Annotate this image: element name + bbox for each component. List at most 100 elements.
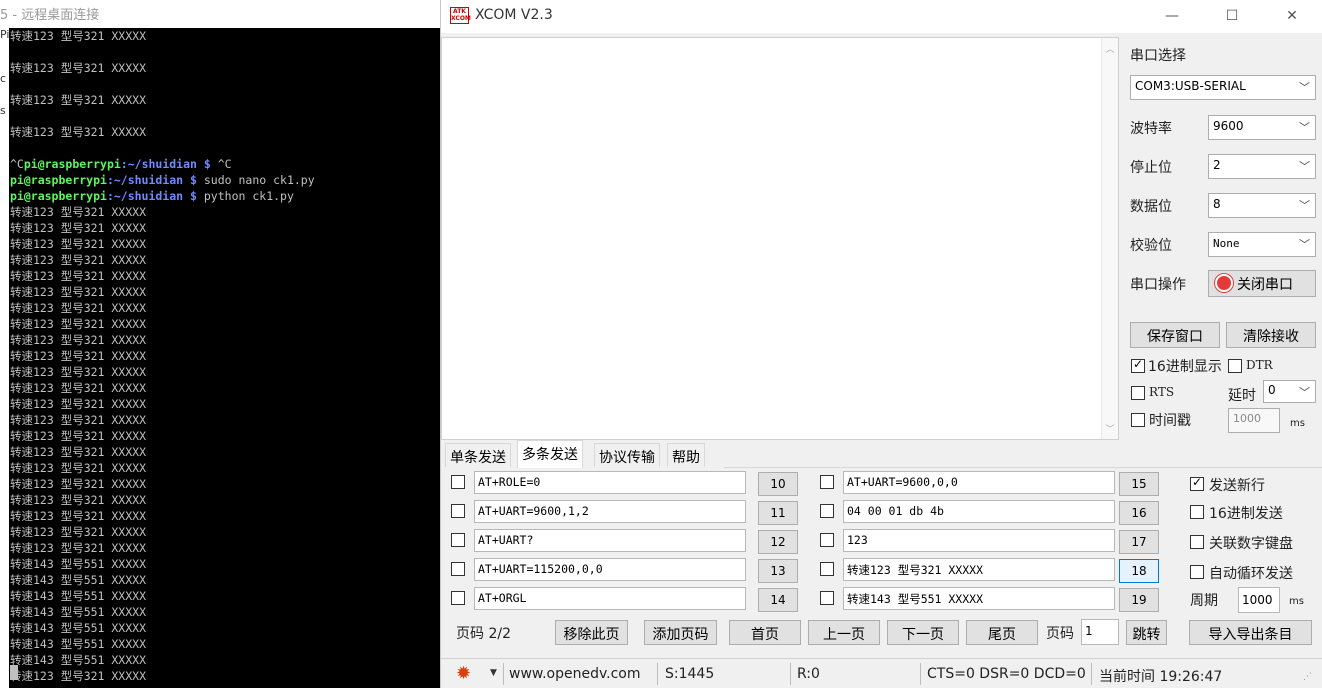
scroll-down-icon[interactable]: ﹀ — [1102, 422, 1118, 435]
tab-single-send[interactable]: 单条发送 — [445, 443, 511, 467]
signal-status: CTS=0 DSR=0 DCD=0 — [927, 666, 1086, 682]
dtr-label: DTR — [1246, 358, 1273, 372]
xcom-title-bar: ATK XCOM XCOM V2.3 — ☐ ✕ — [441, 0, 1322, 33]
multi-send-checkbox[interactable] — [820, 504, 834, 518]
last-page-button[interactable]: 尾页 — [966, 620, 1038, 645]
tab-multi-send[interactable]: 多条发送 — [517, 440, 583, 468]
multi-send-checkbox[interactable] — [820, 562, 834, 576]
maximize-button[interactable]: ☐ — [1219, 5, 1245, 27]
data-bits-select[interactable]: 8 ﹀ — [1208, 193, 1316, 218]
multi-send-checkbox[interactable] — [820, 533, 834, 547]
multi-send-button[interactable]: 13 — [758, 559, 798, 583]
multi-send-checkbox[interactable] — [820, 591, 834, 605]
multi-send-input[interactable]: 123 — [843, 529, 1115, 552]
multi-send-input[interactable]: AT+ROLE=0 — [474, 471, 746, 494]
multi-send-button[interactable]: 18 — [1119, 559, 1159, 583]
rts-label: RTS — [1149, 385, 1175, 399]
chevron-down-icon: ﹀ — [1299, 238, 1310, 251]
multi-send-input[interactable]: 转速143 型号551 XXXXX — [843, 587, 1115, 610]
multi-send-input[interactable]: AT+ORGL — [474, 587, 746, 610]
terminal-cursor — [10, 665, 18, 680]
port-select[interactable]: COM3:USB-SERIAL ﹀ — [1130, 75, 1316, 100]
prev-page-button[interactable]: 上一页 — [808, 620, 880, 645]
multi-send-checkbox[interactable] — [820, 475, 834, 489]
multi-send-button[interactable]: 19 — [1119, 588, 1159, 612]
minimize-button[interactable]: — — [1159, 5, 1185, 27]
status-bar: ✹ ▼ www.openedv.com S:1445 R:0 CTS=0 DSR… — [441, 658, 1322, 688]
goto-page-input[interactable]: 1 — [1081, 619, 1119, 645]
import-export-button[interactable]: 导入导出条目 — [1189, 620, 1312, 645]
multi-send-input[interactable]: 04 00 01 db 4b — [843, 500, 1115, 523]
terminal-line: ^Cpi@raspberrypi:~/shuidian $ ^C — [10, 157, 232, 171]
send-newline-checkbox[interactable] — [1190, 475, 1204, 491]
terminal-output[interactable]: 转速123 型号321 XXXXX 转速123 型号321 XXXXX 转速123 … — [9, 28, 440, 688]
multi-send-button[interactable]: 10 — [758, 472, 798, 496]
port-operation-label: 串口操作 — [1130, 277, 1186, 293]
multi-send-button[interactable]: 12 — [758, 530, 798, 554]
auto-loop-checkbox[interactable] — [1190, 565, 1204, 579]
multi-send-button[interactable]: 14 — [758, 588, 798, 612]
period-input[interactable]: 1000 — [1238, 587, 1280, 613]
timestamp-interval-field[interactable]: 1000 — [1228, 408, 1280, 433]
multi-send-checkbox[interactable] — [451, 562, 465, 576]
baud-value: 9600 — [1213, 119, 1244, 133]
parity-label: 校验位 — [1130, 238, 1172, 254]
remote-desktop-window: 5 - 远程桌面连接 Pi c s 转速123 型号321 XXXXX 转速123… — [0, 0, 440, 688]
scroll-up-icon[interactable]: ︿ — [1102, 42, 1118, 55]
terminal-line: 转速143 型号551 XXXXX — [10, 621, 147, 635]
multi-send-checkbox[interactable] — [451, 504, 465, 518]
chevron-down-icon: ﹀ — [1299, 386, 1310, 399]
hex-display-checkbox[interactable] — [1131, 357, 1145, 373]
multi-send-button[interactable]: 17 — [1119, 530, 1159, 554]
link-keypad-checkbox[interactable] — [1190, 535, 1204, 549]
resize-grip-icon[interactable]: ⋰ — [1303, 672, 1312, 682]
multi-send-input[interactable]: AT+UART=115200,0,0 — [474, 558, 746, 581]
multi-send-button[interactable]: 15 — [1119, 472, 1159, 496]
timestamp-label: 时间戳 — [1149, 413, 1191, 429]
terminal-line: 转速123 型号321 XXXXX — [10, 397, 147, 411]
multi-send-input[interactable]: AT+UART? — [474, 529, 746, 552]
parity-select[interactable]: None ﹀ — [1208, 232, 1316, 257]
chevron-down-icon: ﹀ — [1299, 160, 1310, 173]
remote-desktop-title: 5 - 远程桌面连接 — [0, 8, 100, 23]
multi-send-button[interactable]: 16 — [1119, 501, 1159, 525]
add-page-button[interactable]: 添加页码 — [644, 620, 717, 645]
multi-send-button[interactable]: 11 — [758, 501, 798, 525]
remove-page-button[interactable]: 移除此页 — [555, 620, 628, 645]
next-page-button[interactable]: 下一页 — [887, 620, 959, 645]
gear-icon[interactable]: ✹ — [456, 663, 471, 684]
terminal-line: 转速123 型号321 XXXXX — [10, 317, 147, 331]
dtr-checkbox[interactable] — [1228, 359, 1242, 373]
tab-help[interactable]: 帮助 — [667, 443, 705, 467]
multi-send-checkbox[interactable] — [451, 533, 465, 547]
multi-send-checkbox[interactable] — [451, 475, 465, 489]
receive-scrollbar[interactable]: ︿ ﹀ — [1101, 38, 1118, 439]
timestamp-checkbox[interactable] — [1131, 413, 1145, 427]
tab-protocol[interactable]: 协议传输 — [594, 443, 660, 467]
terminal-line: 转速143 型号551 XXXXX — [10, 573, 147, 587]
multi-send-input[interactable]: AT+UART=9600,0,0 — [843, 471, 1115, 494]
stop-bits-select[interactable]: 2 ﹀ — [1208, 154, 1316, 179]
website-link[interactable]: www.openedv.com — [509, 666, 641, 682]
close-port-button[interactable]: 关闭串口 — [1208, 270, 1316, 297]
first-page-button[interactable]: 首页 — [729, 620, 801, 645]
terminal-line: pi@raspberrypi:~/shuidian $ sudo nano ck… — [10, 173, 315, 187]
receive-area[interactable]: ︿ ﹀ — [441, 37, 1119, 440]
rts-checkbox[interactable] — [1131, 386, 1145, 400]
multi-send-input[interactable]: AT+UART=9600,1,2 — [474, 500, 746, 523]
terminal-line: 转速123 型号321 XXXXX — [10, 429, 147, 443]
page-label: 页码 2/2 — [456, 626, 511, 642]
terminal-line: 转速123 型号321 XXXXX — [10, 381, 147, 395]
close-button[interactable]: ✕ — [1279, 5, 1305, 27]
jump-button[interactable]: 跳转 — [1126, 620, 1167, 645]
clear-receive-button[interactable]: 清除接收 — [1226, 322, 1316, 348]
multi-send-input[interactable]: 转速123 型号321 XXXXX — [843, 558, 1115, 581]
chevron-down-icon: ﹀ — [1299, 81, 1310, 94]
delay-select[interactable]: 0 ﹀ — [1263, 380, 1316, 403]
baud-select[interactable]: 9600 ﹀ — [1208, 115, 1316, 140]
save-window-button[interactable]: 保存窗口 — [1130, 322, 1220, 348]
hex-send-checkbox[interactable] — [1190, 505, 1204, 519]
dropdown-arrow-icon[interactable]: ▼ — [490, 668, 497, 678]
multi-send-checkbox[interactable] — [451, 591, 465, 605]
